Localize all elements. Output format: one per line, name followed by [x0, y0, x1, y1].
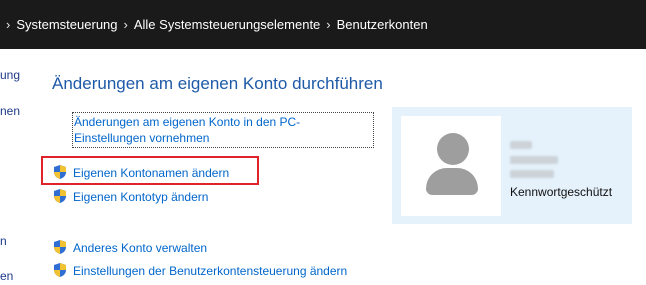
uac-shield-icon: [54, 189, 66, 203]
uac-settings-link[interactable]: Einstellungen der Benutzerkontensteuerun…: [73, 263, 347, 279]
uac-shield-icon: [54, 165, 66, 179]
breadcrumb-alle-elemente[interactable]: Alle Systemsteuerungselemente: [134, 17, 320, 32]
left-navigation: ung nen n en: [0, 49, 40, 285]
chevron-right-icon: ›: [326, 16, 331, 32]
redacted-account-name: [510, 141, 532, 149]
breadcrumb-benutzerkonten[interactable]: Benutzerkonten: [337, 17, 428, 32]
redacted-account-email: [510, 170, 554, 178]
rename-account-link[interactable]: Eigenen Kontonamen ändern: [73, 165, 229, 181]
sidebar-item-3[interactable]: n: [0, 234, 7, 248]
sidebar-item-1[interactable]: ung: [0, 68, 20, 82]
chevron-right-icon: ›: [6, 16, 11, 32]
uac-shield-icon: [54, 240, 66, 254]
password-status: Kennwortgeschützt: [510, 185, 613, 199]
sidebar-item-2[interactable]: nen: [0, 104, 20, 118]
redacted-account-type: [510, 156, 558, 164]
breadcrumb: › Systemsteuerung › Alle Systemsteuerung…: [0, 13, 428, 35]
change-account-type-link[interactable]: Eigenen Kontotyp ändern: [73, 189, 208, 205]
uac-shield-icon: [54, 263, 66, 277]
page-title: Änderungen am eigenen Konto durchführen: [52, 74, 383, 93]
avatar-head: [437, 133, 469, 165]
avatar-body: [426, 168, 478, 195]
chevron-right-icon: ›: [123, 16, 128, 32]
sidebar-item-4[interactable]: en: [0, 269, 13, 283]
user-avatar-icon: [401, 116, 501, 216]
breadcrumb-systemsteuerung[interactable]: Systemsteuerung: [16, 17, 117, 32]
pc-settings-link[interactable]: Änderungen am eigenen Konto in den PC-Ei…: [72, 112, 374, 148]
address-bar: › Systemsteuerung › Alle Systemsteuerung…: [0, 0, 646, 49]
manage-other-account-link[interactable]: Anderes Konto verwalten: [73, 240, 207, 256]
